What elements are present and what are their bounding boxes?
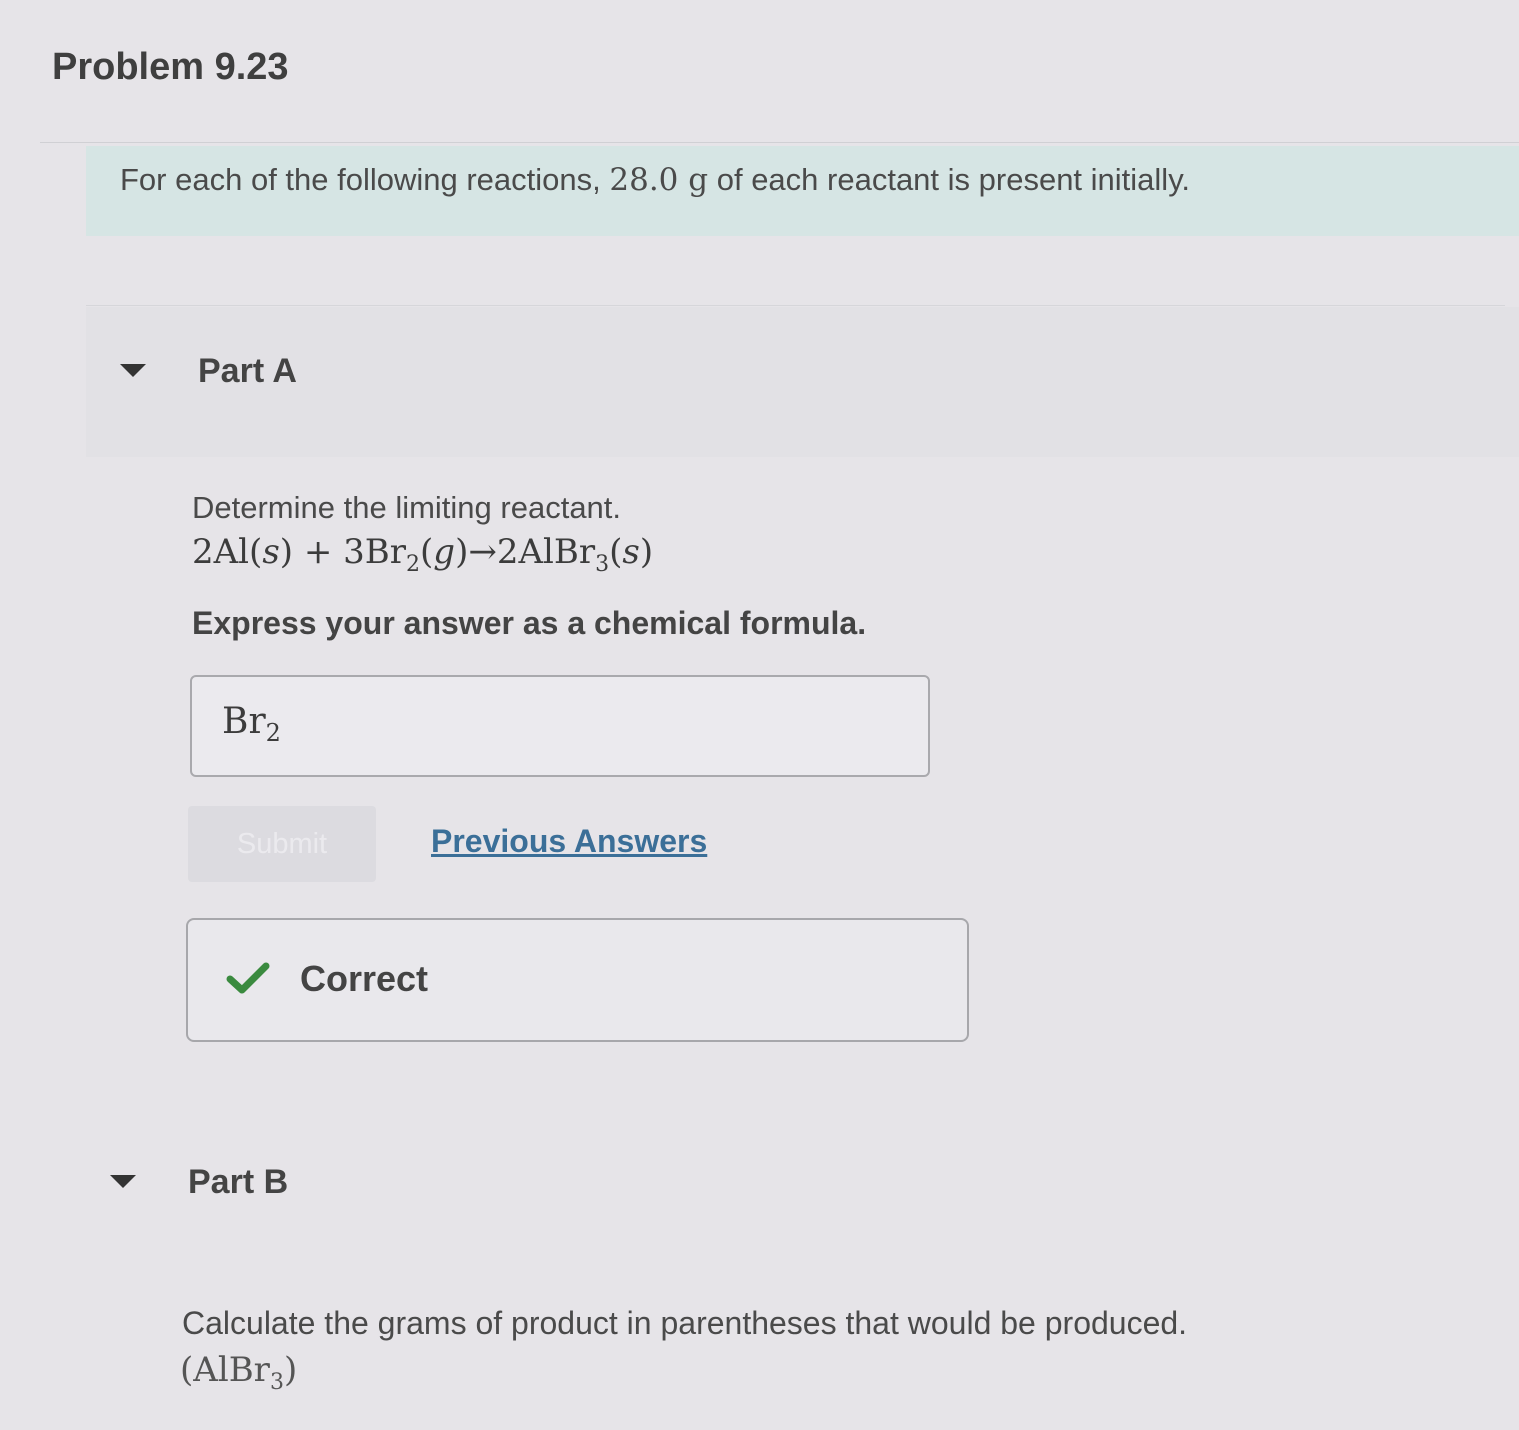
divider-top bbox=[40, 142, 1519, 143]
eq-segment: ) bbox=[639, 532, 654, 572]
collapse-triangle-icon[interactable] bbox=[120, 364, 146, 377]
eq-segment: 2Al( bbox=[192, 532, 263, 572]
product-formula-subscript: 3 bbox=[269, 1369, 284, 1395]
intro-mass: 28.0 g bbox=[609, 162, 709, 198]
part-a-instruction: Determine the limiting reactant. bbox=[192, 490, 622, 525]
previous-answers-link[interactable]: Previous Answers bbox=[431, 823, 707, 860]
part-a-header[interactable]: Part A bbox=[86, 307, 1519, 457]
eq-subscript: 2 bbox=[406, 551, 421, 577]
intro-text-after: of each reactant is present initially. bbox=[708, 162, 1191, 197]
collapse-triangle-icon[interactable] bbox=[110, 1175, 136, 1188]
eq-state: s bbox=[622, 532, 640, 572]
eq-state: g bbox=[433, 532, 456, 572]
part-b-instruction: Calculate the grams of product in parent… bbox=[182, 1305, 1188, 1341]
reaction-equation: 2Al(s) + 3Br2(g)→2AlBr3(s) bbox=[192, 532, 653, 577]
eq-segment: ( bbox=[609, 532, 623, 572]
part-b-header[interactable]: Part B bbox=[86, 1120, 1519, 1270]
feedback-box: Correct bbox=[186, 918, 969, 1042]
eq-state: s bbox=[262, 532, 280, 572]
eq-segment: ) + 3Br bbox=[279, 532, 407, 572]
answer-input[interactable]: Br2 bbox=[190, 675, 930, 777]
eq-segment: ( bbox=[420, 532, 434, 572]
part-a-label: Part A bbox=[198, 352, 297, 390]
product-formula: (AlBr3) bbox=[180, 1350, 297, 1395]
eq-subscript: 3 bbox=[595, 551, 610, 577]
part-b-label: Part B bbox=[188, 1163, 289, 1201]
intro-banner: For each of the following reactions, 28.… bbox=[86, 146, 1519, 236]
answer-formula-main: Br bbox=[222, 701, 266, 742]
eq-segment: )→2AlBr bbox=[455, 532, 596, 572]
divider-middle bbox=[86, 305, 1505, 306]
problem-title: Problem 9.23 bbox=[52, 46, 289, 88]
product-formula-close: ) bbox=[283, 1350, 298, 1390]
intro-text-before: For each of the following reactions, bbox=[120, 162, 610, 197]
answer-formula-subscript: 2 bbox=[265, 719, 281, 748]
checkmark-icon bbox=[226, 962, 270, 994]
feedback-label: Correct bbox=[300, 958, 429, 999]
submit-button[interactable]: Submit bbox=[188, 806, 376, 882]
answer-format-instruction: Express your answer as a chemical formul… bbox=[192, 605, 867, 641]
product-formula-main: (AlBr bbox=[180, 1350, 270, 1390]
